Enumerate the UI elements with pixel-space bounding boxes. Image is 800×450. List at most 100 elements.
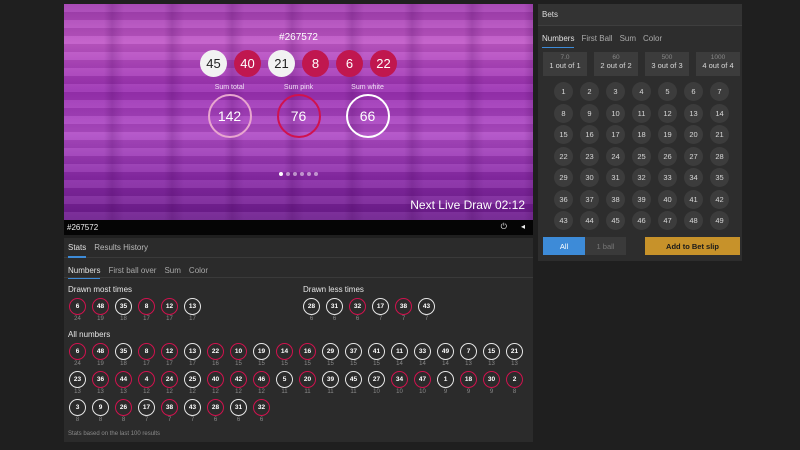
number-button[interactable]: 44 <box>580 211 599 230</box>
number-count: 14 <box>396 361 403 367</box>
number-button[interactable]: 45 <box>606 211 625 230</box>
number-button[interactable]: 14 <box>710 103 729 123</box>
odds-option[interactable]: 60 2 out of 2 <box>594 52 638 76</box>
number-button[interactable]: 38 <box>606 189 625 209</box>
live-draw-video[interactable]: #267572 45 40 21 8 6 22 Sum total 142 Sum pink 7… <box>64 4 533 220</box>
number-button[interactable]: 27 <box>684 146 703 166</box>
number-grid: 1 2 3 4 5 6 7 8 9 10 11 12 13 14 15 16 17 18 19 20 21 22 23 24 2… <box>538 82 742 230</box>
number-button[interactable]: 15 <box>554 125 573 144</box>
number-stat: 43 7 <box>418 298 435 322</box>
number-count: 15 <box>350 361 357 367</box>
number-button[interactable]: 11 <box>632 103 651 123</box>
odds-option[interactable]: 1000 4 out of 4 <box>696 52 740 76</box>
number-stat: 15 13 <box>483 343 500 367</box>
number-button[interactable]: 34 <box>684 168 703 187</box>
number-button[interactable]: 17 <box>606 125 625 144</box>
number-stat: 18 9 <box>460 371 477 395</box>
number-stat: 19 <box>437 371 454 395</box>
bet-tab-first-ball[interactable]: First Ball <box>581 34 612 46</box>
number-button[interactable]: 8 <box>554 103 573 123</box>
number-button[interactable]: 29 <box>554 168 573 187</box>
number-button[interactable]: 9 <box>580 103 599 123</box>
number-button[interactable]: 23 <box>580 146 599 166</box>
carousel-dot[interactable] <box>300 172 304 176</box>
number-button[interactable]: 42 <box>710 189 729 209</box>
number-button[interactable]: 40 <box>658 189 677 209</box>
odds-desc: 1 out of 1 <box>549 61 581 70</box>
number-button[interactable]: 35 <box>710 168 729 187</box>
tab-stats[interactable]: Stats <box>68 238 87 258</box>
number-button[interactable]: 36 <box>554 189 573 209</box>
number-stat: 31 6 <box>230 399 247 423</box>
carousel-dot[interactable] <box>279 172 283 176</box>
number-button[interactable]: 37 <box>580 189 599 209</box>
carousel-dots[interactable] <box>64 172 533 176</box>
number-button[interactable]: 47 <box>658 211 677 230</box>
number-button[interactable]: 12 <box>658 103 677 123</box>
sum-label: Sum white <box>351 84 384 91</box>
power-icon[interactable]: ⏻ <box>501 222 507 232</box>
number-button[interactable]: 48 <box>684 211 703 230</box>
number-button[interactable]: 43 <box>554 211 573 230</box>
bet-tab-numbers[interactable]: Numbers <box>542 34 575 48</box>
subtab-numbers[interactable]: Numbers <box>68 264 101 279</box>
number-button[interactable]: 2 <box>580 82 599 101</box>
number-button[interactable]: 7 <box>710 82 729 101</box>
volume-icon[interactable]: ◂ <box>521 222 525 232</box>
number-button[interactable]: 4 <box>632 82 651 101</box>
number-stat: 28 6 <box>303 298 320 322</box>
number-button[interactable]: 21 <box>710 125 729 144</box>
number-button[interactable]: 30 <box>580 168 599 187</box>
number-button[interactable]: 5 <box>658 82 677 101</box>
carousel-dot[interactable] <box>293 172 297 176</box>
number-circle: 44 <box>115 371 132 388</box>
number-button[interactable]: 26 <box>658 146 677 166</box>
number-button[interactable]: 39 <box>632 189 651 209</box>
number-button[interactable]: 41 <box>684 189 703 209</box>
tab-results-history[interactable]: Results History <box>94 238 148 258</box>
odds-option[interactable]: 7.0 1 out of 1 <box>543 52 587 76</box>
next-live-draw: Next Live Draw 02:12 <box>410 198 525 212</box>
number-button[interactable]: 33 <box>658 168 677 187</box>
number-button[interactable]: 32 <box>632 168 651 187</box>
carousel-dot[interactable] <box>286 172 290 176</box>
number-button[interactable]: 3 <box>606 82 625 101</box>
number-circle: 43 <box>184 399 201 416</box>
number-button[interactable]: 24 <box>606 146 625 166</box>
bet-actions: All 1 ball Add to Bet slip <box>543 237 740 255</box>
number-button[interactable]: 28 <box>710 146 729 166</box>
subtab-color[interactable]: Color <box>189 264 208 278</box>
carousel-dot[interactable] <box>314 172 318 176</box>
number-button[interactable]: 46 <box>632 211 651 230</box>
number-button[interactable]: 16 <box>580 125 599 144</box>
bet-tab-color[interactable]: Color <box>643 34 662 46</box>
number-circle: 42 <box>230 371 247 388</box>
drawn-ball: 8 <box>302 50 329 77</box>
number-stat: 37 15 <box>345 343 362 367</box>
number-count: 6 <box>259 417 264 423</box>
all-button[interactable]: All <box>543 237 585 255</box>
number-stat: 8 17 <box>138 298 155 322</box>
bet-tab-sum[interactable]: Sum <box>620 34 636 46</box>
subtab-sum[interactable]: Sum <box>164 264 180 278</box>
number-circle: 18 <box>460 371 477 388</box>
number-count: 8 <box>98 417 103 423</box>
number-button[interactable]: 19 <box>658 125 677 144</box>
number-button[interactable]: 13 <box>684 103 703 123</box>
number-button[interactable]: 22 <box>554 146 573 166</box>
carousel-dot[interactable] <box>307 172 311 176</box>
number-button[interactable]: 31 <box>606 168 625 187</box>
number-button[interactable]: 1 <box>554 82 573 101</box>
number-button[interactable]: 25 <box>632 146 651 166</box>
number-button[interactable]: 49 <box>710 211 729 230</box>
number-button[interactable]: 18 <box>632 125 651 144</box>
number-button[interactable]: 10 <box>606 103 625 123</box>
add-to-bet-slip-button[interactable]: Add to Bet slip <box>645 237 740 255</box>
one-ball-button[interactable]: 1 ball <box>585 237 626 255</box>
odds-option[interactable]: 500 3 out of 3 <box>645 52 689 76</box>
number-button[interactable]: 20 <box>684 125 703 144</box>
sum-circles: Sum total 142 Sum pink 76 Sum white 66 <box>64 84 533 138</box>
number-circle: 8 <box>138 298 155 315</box>
number-button[interactable]: 6 <box>684 82 703 101</box>
subtab-first-ball-over[interactable]: First ball over <box>108 264 156 278</box>
